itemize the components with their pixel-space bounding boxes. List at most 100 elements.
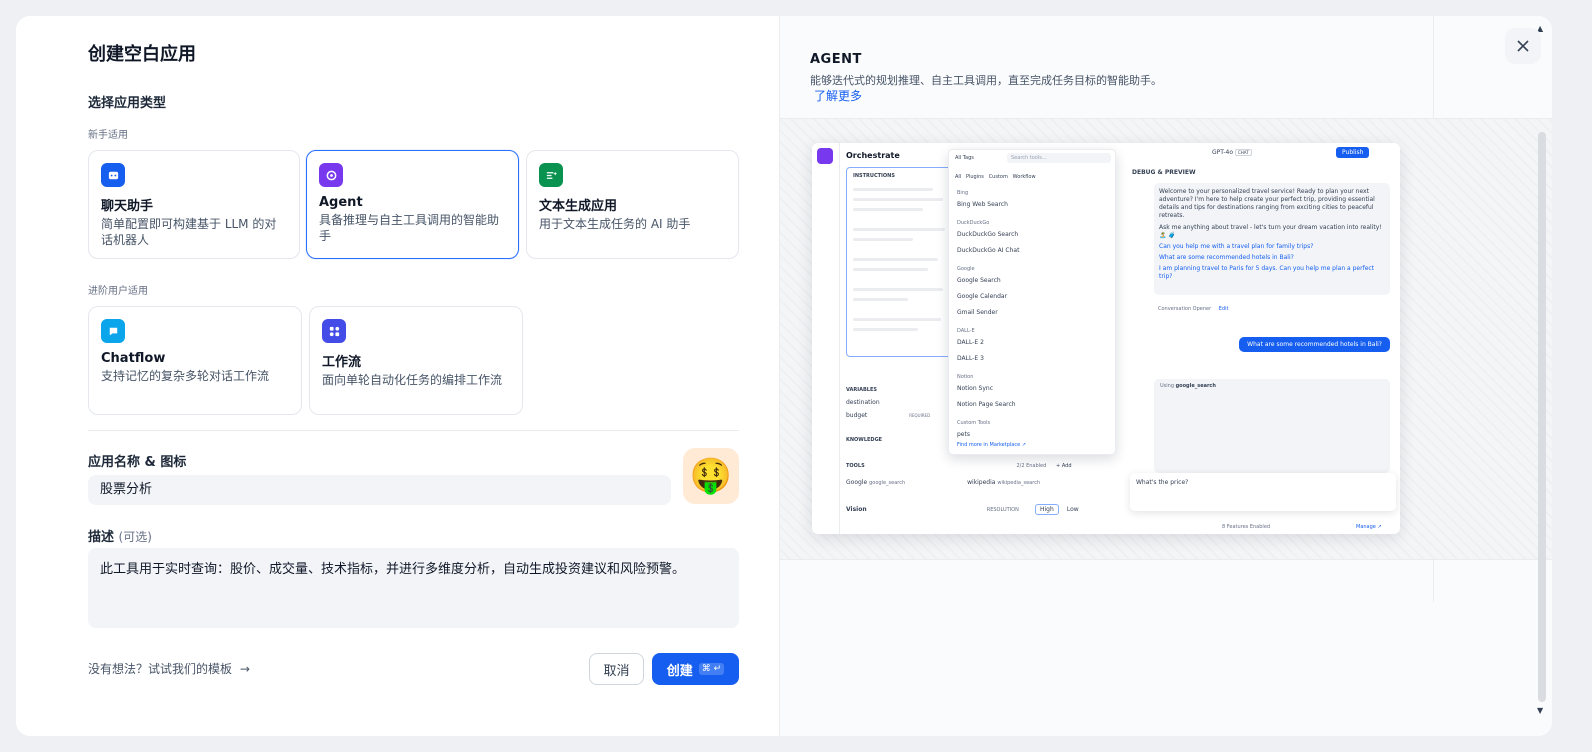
- agent-title: AGENT: [810, 52, 862, 67]
- model-tag: CHAT: [1234, 149, 1252, 156]
- tool-id: wikipedia_search: [997, 480, 1041, 486]
- placeholder-line: [853, 258, 938, 261]
- emoji-icon: 🤑: [689, 456, 733, 496]
- form-panel: 创建空白应用 选择应用类型 新手适用 聊天助手 简单配置即可构建基于 LLM 的…: [16, 16, 779, 736]
- create-label: 创建: [666, 663, 693, 679]
- manage-link: Manage ↗: [1356, 524, 1382, 530]
- features-label: 8 Features Enabled: [1222, 524, 1271, 530]
- card-name: Agent: [319, 195, 363, 210]
- create-button[interactable]: 创建 ⌘ ↵: [652, 653, 739, 685]
- group-label: DuckDuckGo: [957, 220, 990, 226]
- desc-section-title: 描述 (可选): [88, 526, 152, 545]
- app-type-card-chatflow[interactable]: Chatflow 支持记忆的复杂多轮对话工作流: [88, 306, 302, 415]
- placeholder-line: [853, 268, 928, 271]
- filter-tags: All Tags: [955, 155, 974, 161]
- app-name-input[interactable]: 股票分析: [88, 475, 671, 505]
- grid-line: [780, 559, 1552, 560]
- using-tool: google_search: [1175, 383, 1216, 389]
- tool-name: wikipedia: [967, 479, 996, 486]
- chat-bot-icon: [101, 163, 125, 187]
- beginner-label: 新手适用: [88, 130, 128, 141]
- tool-search: Search tools...: [1007, 153, 1111, 163]
- preview-panel: AGENT 能够迭代式的规划推理、自主工具调用，直至完成任务目标的智能助手。 了…: [779, 16, 1552, 736]
- model-name: GPT-4o: [1212, 149, 1234, 156]
- opener-label: Conversation Opener: [1158, 306, 1212, 312]
- scrollbar-thumb[interactable]: [1538, 132, 1546, 702]
- suggestion: What are some recommended hotels in Bali…: [1159, 254, 1294, 261]
- opener-row: Conversation Opener Edit: [1158, 306, 1228, 312]
- group-label: Notion: [957, 374, 974, 380]
- tool-item: DuckDuckGo AI Chat: [957, 247, 1020, 254]
- model-selector: GPT-4o CHAT: [1212, 149, 1252, 156]
- res-low: Low: [1066, 506, 1079, 513]
- type-section-title: 选择应用类型: [88, 96, 167, 111]
- tab-custom: Custom: [988, 174, 1008, 180]
- text-generation-icon: [539, 163, 563, 187]
- placeholder-line: [853, 198, 943, 201]
- template-link[interactable]: 没有想法？试试我们的模板 →: [88, 660, 250, 677]
- tab-workflow: Workflow: [1012, 174, 1036, 180]
- tool-item: Bing Web Search: [957, 201, 1008, 208]
- vision-row: Vision RESOLUTION High Low: [846, 504, 1118, 515]
- using-row: Using google_search: [1160, 383, 1216, 389]
- tool-item: DALL-E 2: [957, 339, 984, 346]
- create-app-modal: 创建空白应用 选择应用类型 新手适用 聊天助手 简单配置即可构建基于 LLM 的…: [16, 16, 1552, 736]
- app-type-card-workflow[interactable]: 工作流 面向单轮自动化任务的编排工作流: [309, 306, 523, 415]
- card-desc: 用于文本生成任务的 AI 助手: [539, 217, 691, 231]
- res-high: High: [1034, 504, 1059, 515]
- placeholder-line: [853, 238, 913, 241]
- welcome-text: Welcome to your personalized travel serv…: [1159, 188, 1375, 219]
- app-type-card-text-generation[interactable]: 文本生成应用 用于文本生成任务的 AI 助手: [526, 150, 739, 259]
- scroll-down-arrow[interactable]: ▼: [1537, 706, 1543, 715]
- cancel-button[interactable]: 取消: [589, 653, 644, 685]
- publish-button: Publish: [1336, 147, 1370, 158]
- card-name: 文本生成应用: [539, 199, 618, 214]
- description-textarea[interactable]: 此工具用于实时查询：股价、成交量、技术指标，并进行多维度分析，自动生成投资建议和…: [88, 548, 739, 628]
- tab-all: All: [955, 174, 962, 180]
- desc-optional: (可选): [118, 530, 152, 544]
- instructions-panel: INSTRUCTIONS: [846, 167, 952, 357]
- placeholder-line: [853, 318, 941, 321]
- vision-label: Vision: [846, 506, 867, 513]
- divider: [88, 430, 739, 431]
- card-desc: 面向单轮自动化任务的编排工作流: [322, 373, 503, 387]
- card-name: Chatflow: [101, 351, 166, 366]
- learn-more-link[interactable]: 了解更多: [814, 87, 862, 104]
- desc-title: 描述: [88, 530, 115, 545]
- tool-item: DuckDuckGo Search: [957, 231, 1019, 238]
- preview-header: Orchestrate: [846, 151, 900, 160]
- required-tag: REQUIRED: [909, 413, 931, 418]
- preview-rail: [812, 143, 840, 534]
- placeholder-line: [853, 288, 943, 291]
- tool-id: google_search: [869, 480, 906, 486]
- suggestion: Can you help me with a travel plan for f…: [1159, 243, 1314, 250]
- tool-response: Using google_search: [1154, 379, 1390, 473]
- agent-preview-screenshot: Orchestrate INSTRUCTIONS VARIABLES desti…: [812, 143, 1400, 534]
- placeholder-line: [853, 208, 923, 211]
- resolution-label: RESOLUTION: [986, 507, 1019, 513]
- name-section-title: 应用名称 & 图标: [88, 455, 187, 470]
- tab-plugins: Plugins: [965, 174, 984, 180]
- template-link-label: 没有想法？试试我们的模板: [88, 662, 233, 676]
- group-label: DALL-E: [957, 328, 975, 334]
- tool-item: Google Search: [957, 277, 1001, 284]
- group-label: Custom Tools: [957, 420, 991, 426]
- edit-link: Edit: [1218, 306, 1229, 312]
- user-message: What are some recommended hotels in Bali…: [1239, 337, 1390, 352]
- suggestion: I am planning travel to Paris for 5 days…: [1159, 265, 1375, 280]
- placeholder-line: [853, 188, 933, 191]
- shortcut-badge: ⌘ ↵: [698, 663, 725, 675]
- placeholder-line: [853, 328, 918, 331]
- app-icon-picker[interactable]: 🤑: [683, 448, 739, 504]
- add-tool: + Add: [1056, 463, 1072, 469]
- using-label: Using: [1160, 383, 1174, 389]
- tool-item: Google Calendar: [957, 293, 1008, 300]
- agent-icon: [319, 163, 343, 187]
- app-type-card-chat-bot[interactable]: 聊天助手 简单配置即可构建基于 LLM 的对话机器人: [88, 150, 300, 259]
- close-button[interactable]: [1505, 28, 1541, 64]
- ask-text: Ask me anything about travel - let's tur…: [1159, 224, 1382, 239]
- tool-item: DALL-E 3: [957, 355, 984, 362]
- marketplace-link: Find more in Marketplace ↗: [957, 442, 1026, 448]
- card-name: 工作流: [322, 355, 362, 370]
- app-type-card-agent[interactable]: Agent 具备推理与自主工具调用的智能助手: [306, 150, 519, 259]
